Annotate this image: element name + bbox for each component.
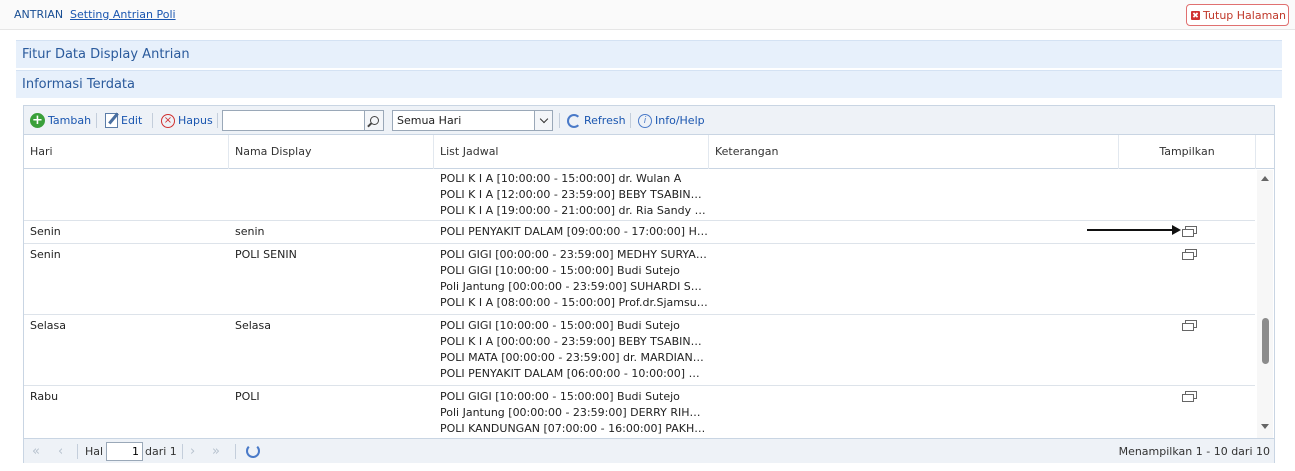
scroll-down-icon[interactable] bbox=[1261, 424, 1269, 429]
display-window-icon[interactable] bbox=[1182, 226, 1198, 238]
table-row[interactable]: Senin POLI SENIN POLI GIGI [00:00:00 - 2… bbox=[24, 244, 1255, 315]
cell-hari: Senin bbox=[30, 248, 61, 261]
cell-hari: Senin bbox=[30, 225, 61, 238]
cell-nama-display: POLI SENIN bbox=[235, 248, 297, 261]
cell-list-jadwal: POLI PENYAKIT DALAM [09:00:00 - 17:00:00… bbox=[434, 224, 709, 240]
schedule-line: POLI GIGI [10:00:00 - 15:00:00] Budi Sut… bbox=[440, 264, 680, 277]
schedule-line: POLI K I A [00:00:00 - 23:59:00] BEBY TS… bbox=[440, 335, 708, 348]
schedule-line: POLI K I A [19:00:00 - 21:00:00] dr. Ria… bbox=[440, 204, 708, 217]
refresh-label: Refresh bbox=[584, 114, 626, 127]
chevron-down-icon bbox=[539, 114, 548, 124]
scrollbar-thumb[interactable] bbox=[1262, 318, 1269, 364]
breadcrumb-current[interactable]: Setting Antrian Poli bbox=[70, 8, 176, 21]
close-icon: ✖ bbox=[1191, 10, 1200, 20]
plus-icon: + bbox=[30, 113, 45, 128]
search-icon bbox=[369, 116, 379, 125]
cell-list-jadwal: POLI GIGI [00:00:00 - 23:59:00] MEDHY SU… bbox=[434, 247, 709, 311]
column-header-hari[interactable]: Hari bbox=[24, 135, 229, 169]
schedule-line: POLI MATA [00:00:00 - 23:59:00] dr. MARD… bbox=[440, 351, 708, 364]
cell-list-jadwal: POLI GIGI [10:00:00 - 15:00:00] Budi Sut… bbox=[434, 389, 709, 437]
pager-divider bbox=[182, 444, 183, 459]
vertical-scrollbar[interactable] bbox=[1257, 170, 1273, 438]
cell-nama-display: senin bbox=[235, 225, 265, 238]
schedule-line: POLI KANDUNGAN [07:00:00 - 16:00:00] PAK… bbox=[440, 422, 708, 435]
table-row[interactable]: Rabu POLI POLI GIGI [10:00:00 - 15:00:00… bbox=[24, 386, 1255, 438]
table-row[interactable]: POLI K I A [10:00:00 - 15:00:00] dr. Wul… bbox=[24, 170, 1255, 221]
close-page-label: Tutup Halaman bbox=[1203, 8, 1287, 22]
pager-divider bbox=[235, 444, 236, 459]
edit-button[interactable]: Edit bbox=[105, 112, 142, 129]
schedule-line: Poli Jantung [00:00:00 - 23:59:00] DERRY… bbox=[440, 406, 708, 419]
close-page-button[interactable]: ✖ Tutup Halaman bbox=[1186, 4, 1289, 26]
toolbar-divider bbox=[96, 113, 97, 128]
schedule-line: POLI PENYAKIT DALAM [09:00:00 - 17:00:00… bbox=[440, 225, 708, 238]
pager-summary: Menampilkan 1 - 10 dari 10 bbox=[1118, 445, 1270, 458]
help-button[interactable]: i Info/Help bbox=[638, 112, 705, 129]
delete-label: Hapus bbox=[178, 114, 213, 127]
cell-hari: Rabu bbox=[30, 390, 59, 403]
schedule-line: POLI PENYAKIT DALAM [06:00:00 - 10:00:00… bbox=[440, 367, 708, 380]
toolbar-divider bbox=[630, 113, 631, 128]
cell-nama-display: Selasa bbox=[235, 319, 272, 332]
display-window-icon[interactable] bbox=[1182, 320, 1198, 332]
schedule-line: POLI K I A [08:00:00 - 15:00:00] Prof.dr… bbox=[440, 296, 708, 309]
cell-nama-display: POLI bbox=[235, 390, 260, 403]
schedule-grid: + Tambah Edit × Hapus Semua Hari Refresh bbox=[23, 105, 1275, 463]
grid-header: Hari Nama Display List Jadwal Keterangan… bbox=[24, 135, 1274, 169]
add-label: Tambah bbox=[48, 114, 92, 127]
top-bar: ANTRIAN Setting Antrian Poli ✖ Tutup Hal… bbox=[0, 0, 1295, 30]
add-button[interactable]: + Tambah bbox=[30, 112, 91, 129]
column-header-tampilkan[interactable]: Tampilkan bbox=[1119, 135, 1256, 169]
table-row[interactable]: Selasa Selasa POLI GIGI [10:00:00 - 15:0… bbox=[24, 315, 1255, 386]
cell-hari: Selasa bbox=[30, 319, 67, 332]
day-filter-select[interactable]: Semua Hari bbox=[392, 110, 553, 131]
display-window-icon[interactable] bbox=[1182, 249, 1198, 261]
delete-icon: × bbox=[161, 113, 175, 128]
grid-toolbar: + Tambah Edit × Hapus Semua Hari Refresh bbox=[24, 106, 1274, 135]
feature-panel-title[interactable]: Fitur Data Display Antrian bbox=[16, 40, 1282, 68]
refresh-button[interactable]: Refresh bbox=[567, 112, 626, 129]
table-row[interactable]: Senin senin POLI PENYAKIT DALAM [09:00:0… bbox=[24, 221, 1255, 244]
prev-page-icon[interactable]: ‹ bbox=[58, 444, 63, 459]
display-window-icon[interactable] bbox=[1182, 391, 1198, 403]
first-page-icon[interactable]: « bbox=[32, 444, 40, 459]
cell-list-jadwal: POLI GIGI [10:00:00 - 15:00:00] Budi Sut… bbox=[434, 318, 709, 382]
page-label: Hal bbox=[85, 445, 104, 458]
page-count-label: dari 1 bbox=[145, 445, 177, 458]
delete-button[interactable]: × Hapus bbox=[161, 112, 213, 129]
annotation-arrow-icon bbox=[1087, 225, 1181, 235]
column-header-nama-display[interactable]: Nama Display bbox=[229, 135, 434, 169]
column-header-keterangan[interactable]: Keterangan bbox=[709, 135, 1119, 169]
last-page-icon[interactable]: » bbox=[212, 444, 220, 459]
breadcrumb-root[interactable]: ANTRIAN bbox=[14, 8, 63, 21]
edit-icon bbox=[105, 113, 118, 128]
edit-label: Edit bbox=[121, 114, 143, 127]
schedule-line: POLI K I A [12:00:00 - 23:59:00] BEBY TS… bbox=[440, 188, 708, 201]
search-input[interactable] bbox=[222, 110, 384, 131]
toolbar-divider bbox=[217, 113, 218, 128]
help-label: Info/Help bbox=[655, 114, 705, 127]
schedule-line: POLI GIGI [00:00:00 - 23:59:00] MEDHY SU… bbox=[440, 248, 708, 261]
page-number-input[interactable] bbox=[106, 442, 143, 461]
cell-list-jadwal: POLI K I A [10:00:00 - 15:00:00] dr. Wul… bbox=[434, 171, 709, 219]
grid-pager: « ‹ Hal dari 1 › » Menampilkan 1 - 10 da… bbox=[24, 438, 1274, 463]
schedule-line: POLI GIGI [10:00:00 - 15:00:00] Budi Sut… bbox=[440, 390, 680, 403]
info-icon: i bbox=[638, 113, 652, 128]
pager-divider bbox=[77, 444, 78, 459]
refresh-icon bbox=[567, 113, 581, 128]
toolbar-divider bbox=[152, 113, 153, 128]
info-panel-title[interactable]: Informasi Terdata bbox=[16, 70, 1282, 98]
schedule-line: POLI GIGI [10:00:00 - 15:00:00] Budi Sut… bbox=[440, 319, 680, 332]
column-header-list-jadwal[interactable]: List Jadwal bbox=[434, 135, 709, 169]
scroll-up-icon[interactable] bbox=[1261, 176, 1269, 181]
schedule-line: Poli Jantung [00:00:00 - 23:59:00] SUHAR… bbox=[440, 280, 708, 293]
day-filter-dropdown-button[interactable] bbox=[534, 110, 553, 131]
search-button[interactable] bbox=[364, 110, 384, 131]
schedule-line: POLI K I A [10:00:00 - 15:00:00] dr. Wul… bbox=[440, 172, 682, 185]
pager-refresh-icon[interactable] bbox=[246, 444, 260, 458]
next-page-icon[interactable]: › bbox=[190, 444, 195, 459]
toolbar-divider bbox=[559, 113, 560, 128]
grid-body: POLI K I A [10:00:00 - 15:00:00] dr. Wul… bbox=[24, 170, 1255, 438]
